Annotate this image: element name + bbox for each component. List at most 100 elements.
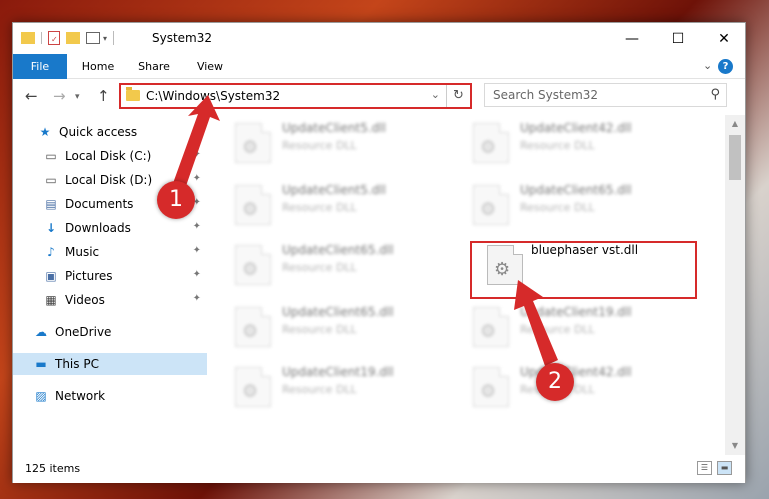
tab-file[interactable]: File [13,54,67,79]
file-type: Resource DLL [282,261,357,274]
dll-file-icon: ⚙ [235,245,271,285]
music-icon: ♪ [47,245,55,259]
sidebar-item-label: Quick access [59,125,138,139]
status-bar: 125 items ☰ ▬ [13,455,745,483]
chevron-down-icon[interactable]: ⌄ [431,88,440,101]
sidebar-item-videos[interactable]: ▦ Videos ✦ [13,289,207,311]
new-folder-icon[interactable] [66,32,80,44]
step-1-badge: 1 [157,181,195,219]
gear-icon: ⚙ [480,321,497,342]
file-item[interactable]: ⚙ UpdateClient19.dll Resource DLL [207,359,437,413]
pin-icon[interactable]: ✦ [193,221,201,232]
network-icon: ▨ [35,389,47,403]
file-explorer-window: ✓ ▾ System32 — ☐ ✕ File Home Share View … [12,22,746,483]
gear-icon: ⚙ [480,381,497,402]
dll-file-icon: ⚙ [473,123,509,163]
sidebar-item-label: Music [65,245,100,259]
file-type: Resource DLL [282,201,357,214]
pin-icon[interactable]: ✦ [193,245,201,256]
minimize-button[interactable]: — [609,23,655,54]
pin-icon[interactable]: ✦ [193,293,201,304]
file-item[interactable]: ⚙ UpdateClient5.dll Resource DLL [207,177,437,231]
downloads-icon: ↓ [45,221,57,235]
sidebar-item-label: Local Disk (D:) [65,173,153,187]
tab-home[interactable]: Home [73,54,123,79]
scroll-thumb[interactable] [729,135,741,180]
details-view-icon[interactable]: ☰ [697,461,712,475]
sidebar-item-music[interactable]: ♪ Music ✦ [13,241,207,263]
expand-ribbon-icon[interactable]: ⌄ [703,59,712,72]
separator [113,31,115,45]
pin-icon[interactable]: ✦ [193,269,201,280]
gear-icon: ⚙ [242,259,259,280]
large-icons-view-icon[interactable]: ▬ [717,461,732,475]
close-button[interactable]: ✕ [701,23,747,54]
file-type: Resource DLL [282,139,357,152]
file-item[interactable]: ⚙ UpdateClient65.dll Resource DLL [207,299,437,353]
address-bar[interactable]: C:\Windows\System32 ⌄ ↻ [119,83,472,109]
file-type: Resource DLL [520,323,595,336]
forward-button[interactable]: → [53,87,66,105]
properties-icon[interactable]: ✓ [48,31,60,45]
file-type: Resource DLL [282,383,357,396]
address-path[interactable]: C:\Windows\System32 [146,89,280,103]
sidebar-item-downloads[interactable]: ↓ Downloads ✦ [13,217,207,239]
sidebar-item-label: Pictures [65,269,113,283]
dll-file-icon: ⚙ [235,307,271,347]
file-name: UpdateClient5.dll [282,183,386,197]
tab-share[interactable]: Share [129,54,179,79]
back-button[interactable]: ← [25,87,38,105]
scroll-down-icon[interactable]: ▼ [725,437,745,455]
gear-icon: ⚙ [480,199,497,220]
sidebar-item-network[interactable]: ▨ Network [13,385,207,407]
file-item[interactable]: ⚙ UpdateClient65.dll Resource DLL [207,237,437,291]
search-input[interactable] [485,84,695,106]
pin-icon[interactable]: ✦ [193,149,201,160]
recent-locations-icon[interactable]: ▾ [75,92,80,102]
search-box[interactable]: ⚲ [484,83,727,107]
file-item[interactable]: ⚙ UpdateClient42.dll Resource DLL [445,115,675,169]
file-item[interactable]: ⚙ UpdateClient19.dll Resource DLL [445,299,675,353]
chevron-down-icon[interactable]: ▾ [103,34,107,43]
sidebar-item-local-disk-c[interactable]: ▭ Local Disk (C:) ✦ [13,145,207,167]
sidebar-item-quick-access[interactable]: ★ Quick access [13,121,207,143]
pin-icon[interactable]: ✦ [193,173,201,184]
vertical-scrollbar[interactable]: ▲ ▼ [725,115,745,455]
sidebar-item-pictures[interactable]: ▣ Pictures ✦ [13,265,207,287]
gear-icon: ⚙ [480,137,497,158]
file-name: UpdateClient42.dll [520,121,632,135]
scroll-up-icon[interactable]: ▲ [725,115,745,133]
sidebar-item-label: Videos [65,293,105,307]
gear-icon: ⚙ [242,199,259,220]
file-name: UpdateClient5.dll [282,121,386,135]
tab-view[interactable]: View [185,54,235,79]
file-item[interactable]: ⚙ UpdateClient65.dll Resource DLL [445,177,675,231]
dll-file-icon: ⚙ [235,185,271,225]
up-button[interactable]: ↑ [97,87,110,105]
pictures-icon: ▣ [45,269,57,283]
file-name: UpdateClient19.dll [520,305,632,319]
file-type: Resource DLL [282,323,357,336]
search-icon[interactable]: ⚲ [710,87,720,102]
sidebar-item-label: Network [55,389,106,403]
sidebar-item-onedrive[interactable]: ☁ OneDrive [13,321,207,343]
file-name: UpdateClient65.dll [520,183,632,197]
refresh-button[interactable]: ↻ [446,85,470,107]
file-name: UpdateClient19.dll [282,365,394,379]
computer-icon: ▬ [35,357,47,371]
sidebar-item-label: This PC [55,357,99,371]
file-type: Resource DLL [520,201,595,214]
help-button[interactable]: ? [718,59,733,74]
videos-icon: ▦ [45,293,57,307]
file-item[interactable]: ⚙ UpdateClient5.dll Resource DLL [207,115,437,169]
drive-icon: ▭ [45,149,57,163]
navigation-pane: ★ Quick access ▭ Local Disk (C:) ✦ ▭ Loc… [13,115,207,455]
sidebar-item-this-pc[interactable]: ▬ This PC [13,353,207,375]
documents-icon: ▤ [45,197,57,211]
gear-icon: ⚙ [242,321,259,342]
quick-access-toolbar: ✓ ▾ [21,31,115,45]
maximize-button[interactable]: ☐ [655,23,701,54]
separator [41,32,42,44]
star-icon: ★ [39,125,51,139]
customize-icon[interactable] [86,32,100,44]
